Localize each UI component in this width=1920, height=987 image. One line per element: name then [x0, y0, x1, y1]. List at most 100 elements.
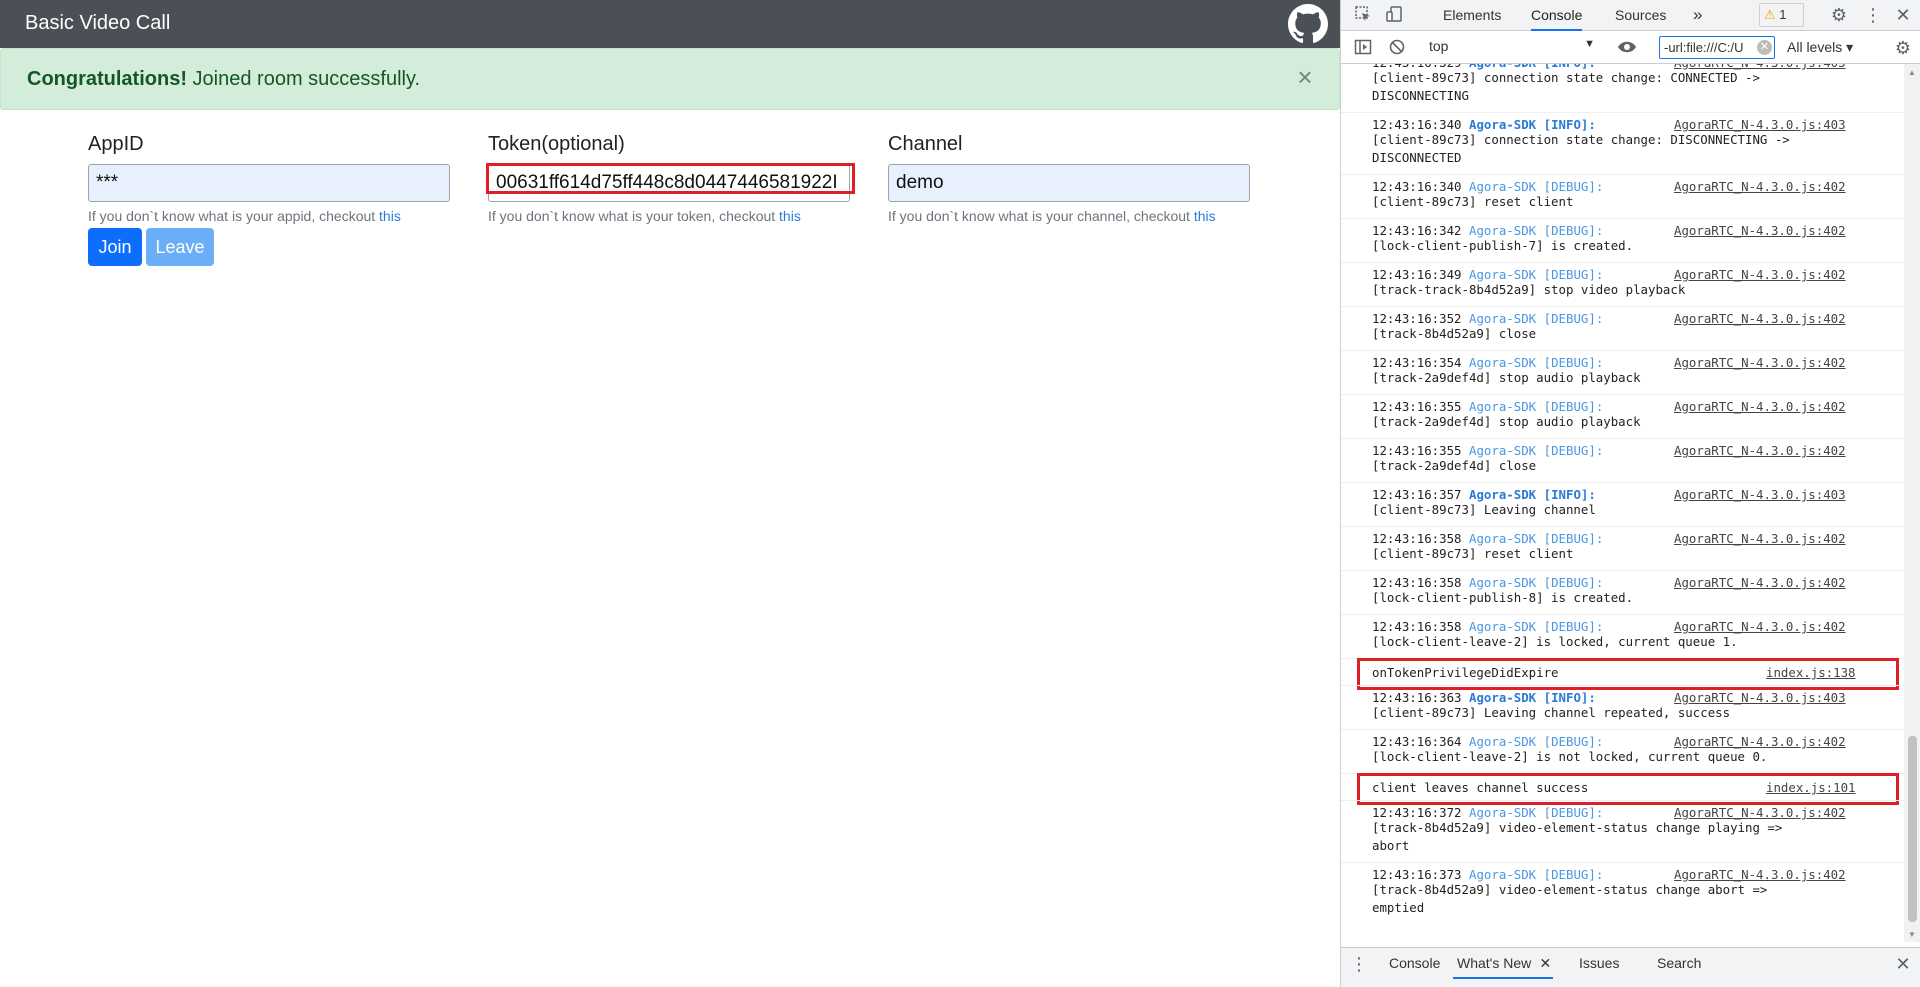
channel-input[interactable] [888, 164, 1250, 202]
console-source-link[interactable]: AgoraRTC_N-4.3.0.js:402 [1674, 867, 1846, 882]
console-timestamp: 12:43:16:355 [1372, 399, 1462, 414]
join-button[interactable]: Join [88, 228, 142, 266]
console-source-link[interactable]: AgoraRTC_N-4.3.0.js:402 [1674, 575, 1846, 590]
console-source-link[interactable]: AgoraRTC_N-4.3.0.js:402 [1674, 443, 1846, 458]
sidebar-toggle-icon[interactable] [1353, 38, 1373, 58]
console-source-link[interactable]: AgoraRTC_N-4.3.0.js:402 [1674, 734, 1846, 749]
console-timestamp: 12:43:16:364 [1372, 734, 1462, 749]
close-icon[interactable]: × [1293, 64, 1317, 90]
console-sdk-message: 12:43:16:363 Agora-SDK [INFO]: AgoraRTC_N… [1341, 685, 1904, 729]
console-source-link[interactable]: index.js:138 [1766, 665, 1856, 680]
settings-gear-icon[interactable]: ⚙ [1829, 5, 1849, 25]
drawer-menu-icon[interactable]: ⋮ [1349, 954, 1369, 974]
console-log-message: client leaves channel success index.js:10… [1341, 773, 1904, 805]
console-source-tag: Agora-SDK [1469, 734, 1537, 749]
console-level-tag: [DEBUG]: [1543, 179, 1604, 194]
console-message-header: 12:43:16:358 Agora-SDK [DEBUG]: [1372, 531, 1603, 546]
console-message-header: 12:43:16:355 Agora-SDK [DEBUG]: [1372, 443, 1603, 458]
drawer-tab-whats-new[interactable]: What's New ✕ [1453, 948, 1554, 979]
console-source-link[interactable]: AgoraRTC_N-4.3.0.js:402 [1674, 311, 1846, 326]
console-message-header: 12:43:16:340 Agora-SDK [INFO]: [1372, 117, 1596, 132]
console-source-tag: Agora-SDK [1469, 267, 1537, 282]
live-expression-eye-icon[interactable] [1617, 38, 1637, 58]
tab-sources[interactable]: Sources [1615, 0, 1666, 31]
console-sdk-message: 12:43:16:342 Agora-SDK [DEBUG]: AgoraRTC_… [1341, 218, 1904, 262]
console-sdk-message: 12:43:16:352 Agora-SDK [DEBUG]: AgoraRTC_… [1341, 306, 1904, 350]
tab-elements[interactable]: Elements [1443, 0, 1501, 31]
context-select[interactable]: top ▼ [1429, 38, 1597, 58]
more-tabs-icon[interactable]: » [1693, 0, 1702, 31]
context-value: top [1429, 38, 1449, 54]
console-level-tag: [DEBUG]: [1543, 734, 1604, 749]
clear-filter-icon[interactable]: ✕ [1757, 40, 1772, 55]
console-source-link[interactable]: AgoraRTC_N-4.3.0.js:403 [1674, 690, 1846, 705]
console-level-tag: [DEBUG]: [1543, 805, 1604, 820]
console-source-tag: Agora-SDK [1469, 223, 1537, 238]
scroll-up-icon[interactable]: ▲ [1908, 68, 1916, 77]
console-filterbar: top ▼ ✕ All levels ▾ ⚙ [1341, 31, 1920, 64]
console-timestamp: 12:43:16:340 [1372, 179, 1462, 194]
console-scrollbar[interactable]: ▲ ▼ [1904, 64, 1920, 942]
token-input[interactable] [488, 164, 850, 202]
drawer-tab-issues[interactable]: Issues [1579, 948, 1619, 979]
console-source-link[interactable]: AgoraRTC_N-4.3.0.js:402 [1674, 399, 1846, 414]
console-timestamp: 12:43:16:358 [1372, 531, 1462, 546]
console-message-header: 12:43:16:354 Agora-SDK [DEBUG]: [1372, 355, 1603, 370]
console-message-text: [track-2a9def4d] close [1372, 458, 1537, 473]
console-source-tag: Agora-SDK [1469, 487, 1537, 502]
clear-console-icon[interactable] [1387, 38, 1407, 58]
drawer-tab-search[interactable]: Search [1657, 948, 1701, 979]
scrollbar-thumb[interactable] [1908, 736, 1917, 922]
more-options-icon[interactable]: ⋮ [1863, 5, 1883, 25]
log-levels-dropdown[interactable]: All levels ▾ [1787, 39, 1853, 56]
leave-button[interactable]: Leave [146, 228, 214, 266]
channel-field: Channel If you don`t know what is your c… [888, 133, 1253, 224]
console-source-link[interactable]: AgoraRTC_N-4.3.0.js:402 [1674, 619, 1846, 634]
console-sdk-message: 12:43:16:349 Agora-SDK [DEBUG]: AgoraRTC_… [1341, 262, 1904, 306]
warning-count: 1 [1779, 7, 1787, 22]
console-source-link[interactable]: AgoraRTC_N-4.3.0.js:402 [1674, 267, 1846, 282]
channel-label: Channel [888, 133, 963, 155]
console-source-tag: Agora-SDK [1469, 575, 1537, 590]
console-source-tag: Agora-SDK [1469, 805, 1537, 820]
appid-help-link[interactable]: this [379, 208, 401, 224]
console-source-link[interactable]: AgoraRTC_N-4.3.0.js:402 [1674, 223, 1846, 238]
devtools-panel: Elements Console Sources » ⚠ 1 ⚙ ⋮ ✕ top… [1340, 0, 1920, 987]
scroll-down-icon[interactable]: ▼ [1908, 930, 1916, 939]
console-sdk-message: 12:43:16:373 Agora-SDK [DEBUG]: AgoraRTC_… [1341, 862, 1904, 924]
console-source-link[interactable]: AgoraRTC_N-4.3.0.js:403 [1674, 487, 1846, 502]
github-icon[interactable] [1288, 4, 1328, 44]
inspect-element-icon[interactable] [1353, 5, 1373, 25]
drawer-tab-console[interactable]: Console [1389, 948, 1440, 979]
console-source-link[interactable]: AgoraRTC_N-4.3.0.js:402 [1674, 179, 1846, 194]
console-source-link[interactable]: index.js:101 [1766, 780, 1856, 795]
console-message-text: onTokenPrivilegeDidExpire [1372, 665, 1559, 680]
console-message-text: [track-8b4d52a9] close [1372, 326, 1537, 341]
console-sdk-message: 12:43:16:358 Agora-SDK [DEBUG]: AgoraRTC_… [1341, 570, 1904, 614]
console-source-link[interactable]: AgoraRTC_N-4.3.0.js:402 [1674, 531, 1846, 546]
close-devtools-icon[interactable]: ✕ [1893, 5, 1913, 25]
close-drawer-icon[interactable]: ✕ [1893, 954, 1913, 974]
console-source-link[interactable]: AgoraRTC_N-4.3.0.js:403 [1674, 117, 1846, 132]
token-help-link[interactable]: this [779, 208, 801, 224]
appid-input[interactable] [88, 164, 450, 202]
console-source-link[interactable]: AgoraRTC_N-4.3.0.js:402 [1674, 355, 1846, 370]
appid-label: AppID [88, 133, 144, 155]
console-source-tag: Agora-SDK [1469, 619, 1537, 634]
console-settings-gear-icon[interactable]: ⚙ [1893, 38, 1913, 58]
console-source-link[interactable]: AgoraRTC_N-4.3.0.js:402 [1674, 805, 1846, 820]
channel-help-text: If you don`t know what is your channel, … [888, 208, 1194, 224]
console-message-text: [lock-client-publish-7] is created. [1372, 238, 1634, 253]
close-tab-icon[interactable]: ✕ [1540, 948, 1552, 978]
device-toolbar-icon[interactable] [1385, 5, 1405, 25]
console-timestamp: 12:43:16:373 [1372, 867, 1462, 882]
appid-help: If you don`t know what is your appid, ch… [88, 208, 453, 224]
console-level-tag: [DEBUG]: [1543, 311, 1604, 326]
channel-help-link[interactable]: this [1194, 208, 1216, 224]
token-help-text: If you don`t know what is your token, ch… [488, 208, 780, 224]
console-message-text: client leaves channel success [1372, 780, 1589, 795]
tab-console[interactable]: Console [1531, 0, 1583, 31]
warning-counter[interactable]: ⚠ 1 [1759, 3, 1804, 27]
console-message-text: DISCONNECTED [1372, 150, 1462, 165]
console-sdk-message: 12:43:16:355 Agora-SDK [DEBUG]: AgoraRTC_… [1341, 394, 1904, 438]
